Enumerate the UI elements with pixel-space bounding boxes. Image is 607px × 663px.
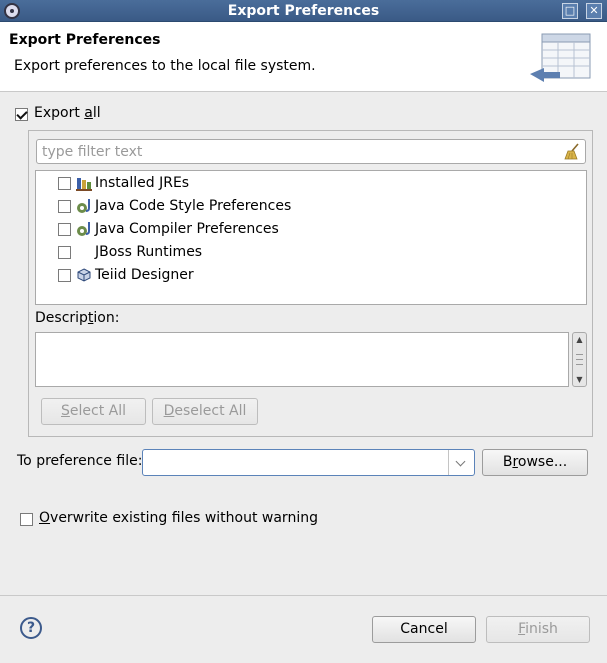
description-label-suffix: ion: <box>93 310 120 326</box>
filter-box <box>36 139 586 164</box>
tree-item-checkbox[interactable] <box>58 200 71 213</box>
description-label: Description: <box>35 310 119 326</box>
tree-item-checkbox[interactable] <box>58 177 71 190</box>
preference-file-combo[interactable] <box>142 449 475 476</box>
overwrite-checkbox[interactable] <box>20 513 33 526</box>
scroll-grip-icon[interactable] <box>576 354 583 365</box>
scroll-up-icon[interactable]: ▲ <box>573 334 586 346</box>
overwrite-mnemonic: O <box>39 510 51 526</box>
jre-library-icon <box>76 178 92 191</box>
deselect-all-button[interactable]: Deselect All <box>152 398 258 425</box>
select-all-mnemonic: S <box>61 403 70 419</box>
browse-label-rest: owse... <box>517 454 568 470</box>
finish-label-rest: inish <box>525 621 558 637</box>
export-all-label[interactable]: Export all <box>34 105 101 121</box>
filter-input[interactable] <box>40 142 560 161</box>
browse-button[interactable]: Browse... <box>482 449 588 476</box>
description-text-area[interactable] <box>35 332 569 387</box>
tree-item-label: JBoss Runtimes <box>95 244 203 260</box>
export-all-checkbox[interactable] <box>15 108 28 121</box>
page-description: Export preferences to the local file sys… <box>14 58 316 74</box>
preference-file-label: To preference file: <box>17 453 143 469</box>
browse-label-prefix: B <box>502 454 513 470</box>
description-scrollbar[interactable]: ▲ ▼ <box>572 332 587 387</box>
restore-button[interactable]: □ <box>562 3 578 19</box>
restore-icon: □ <box>564 4 576 17</box>
export-all-label-prefix: Export <box>34 105 85 121</box>
tree-item-installed-jres[interactable]: Installed JREs <box>36 172 586 194</box>
chevron-down-icon[interactable] <box>448 450 474 475</box>
tree-item-java-compiler[interactable]: Java Compiler Preferences <box>36 218 586 240</box>
tree-item-label: Teiid Designer <box>95 267 194 283</box>
cancel-button[interactable]: Cancel <box>372 616 476 643</box>
tree-item-checkbox[interactable] <box>58 246 71 259</box>
footer-separator <box>0 595 607 596</box>
deselect-all-label-rest: eselect All <box>174 403 247 419</box>
broom-icon[interactable] <box>564 143 580 160</box>
preferences-tree: Installed JREs Java Code Style Preferenc… <box>35 170 587 305</box>
tree-item-jboss-runtimes[interactable]: JBoss Runtimes <box>36 241 586 263</box>
tree-item-teiid-designer[interactable]: Teiid Designer <box>36 264 586 286</box>
title-bar: Export Preferences □ ✕ <box>0 0 607 22</box>
wizard-header: Export Preferences Export preferences to… <box>0 22 607 92</box>
window-title: Export Preferences <box>227 3 380 19</box>
close-button[interactable]: ✕ <box>586 3 602 19</box>
export-all-label-mnemonic: a <box>84 105 93 121</box>
teiid-cube-icon <box>77 268 91 282</box>
tree-item-label: Installed JREs <box>95 175 190 191</box>
tree-item-checkbox[interactable] <box>58 269 71 282</box>
description-label-prefix: Descrip <box>35 310 88 326</box>
table-export-banner-icon <box>530 33 591 82</box>
tree-item-java-code-style[interactable]: Java Code Style Preferences <box>36 195 586 217</box>
close-icon: ✕ <box>589 4 599 17</box>
help-icon[interactable]: ? <box>20 617 42 639</box>
overwrite-label-rest: verwrite existing files without warning <box>50 510 318 526</box>
tree-item-label: Java Code Style Preferences <box>95 198 292 214</box>
deselect-all-mnemonic: D <box>163 403 175 419</box>
tree-item-checkbox[interactable] <box>58 223 71 236</box>
select-all-button[interactable]: Select All <box>41 398 146 425</box>
java-prefs-icon <box>77 199 90 213</box>
select-all-label-rest: elect All <box>69 403 126 419</box>
export-all-label-suffix: ll <box>92 105 101 121</box>
overwrite-label[interactable]: Overwrite existing files without warning <box>39 510 318 526</box>
preference-file-input[interactable] <box>146 453 446 472</box>
tree-item-label: Java Compiler Preferences <box>95 221 279 237</box>
java-prefs-icon <box>77 222 90 236</box>
scroll-down-icon[interactable]: ▼ <box>573 374 586 386</box>
finish-button[interactable]: Finish <box>486 616 590 643</box>
page-title: Export Preferences <box>9 32 161 48</box>
